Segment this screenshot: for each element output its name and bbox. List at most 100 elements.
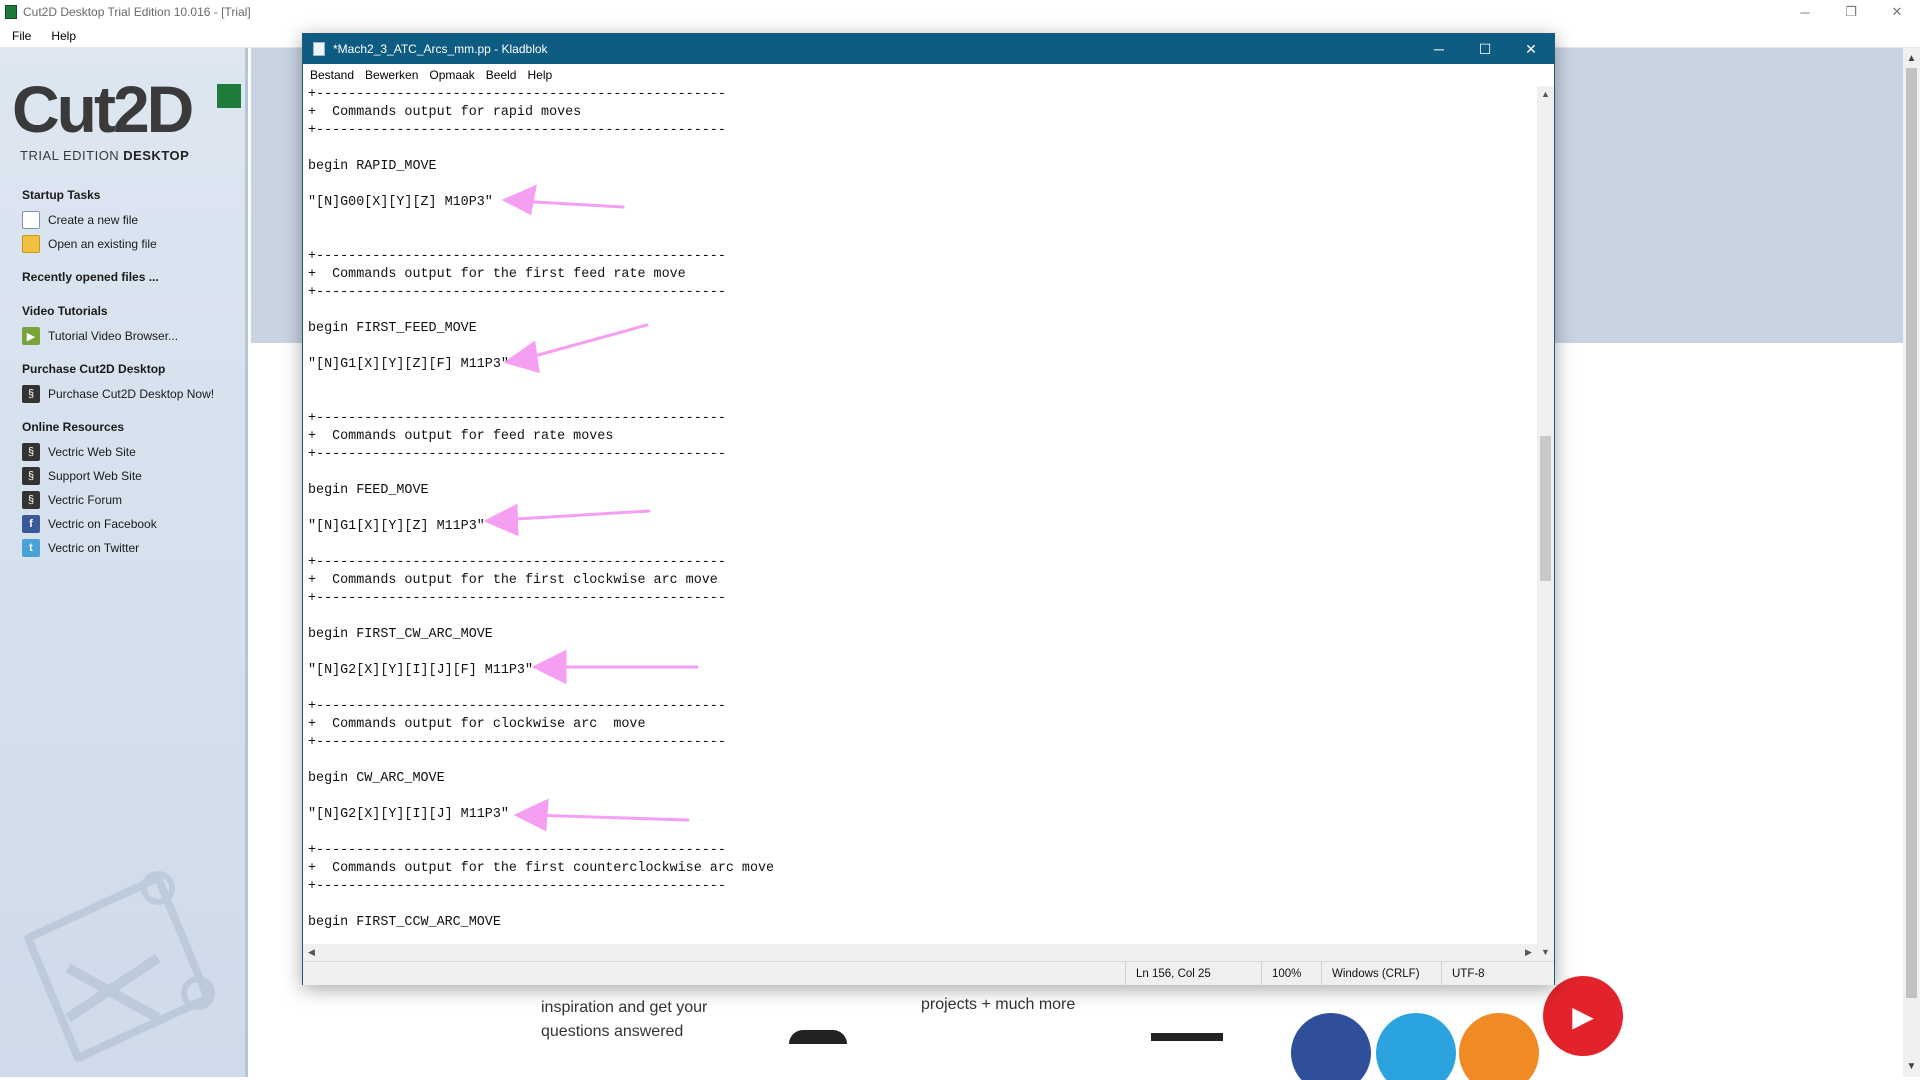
vectric-icon: §: [22, 385, 40, 403]
section-startup-tasks: Startup Tasks: [22, 188, 101, 202]
sidebar-item-create-new[interactable]: Create a new file: [22, 210, 138, 230]
menu-opmaak[interactable]: Opmaak: [429, 68, 474, 82]
app-scroll-down-icon[interactable]: ▼: [1903, 1058, 1920, 1075]
sidebar-item-vectric-site[interactable]: § Vectric Web Site: [22, 442, 136, 462]
notepad-titlebar: *Mach2_3_ATC_Arcs_mm.pp - Kladblok ─ ☐ ✕: [303, 34, 1554, 64]
vectric-icon: §: [22, 467, 40, 485]
cut2d-app-icon: [5, 5, 17, 19]
twitter-icon: t: [22, 539, 40, 557]
notepad-minimize-button[interactable]: ─: [1416, 34, 1462, 64]
cut2d-logo: Cut2D TRIAL EDITION DESKTOP: [12, 76, 242, 166]
vectric-forum-label: Vectric Forum: [48, 493, 123, 507]
notepad-scroll-thumb[interactable]: [1540, 436, 1551, 581]
text-line: [308, 392, 774, 410]
status-zoom: 100%: [1261, 962, 1321, 986]
text-line: +---------------------------------------…: [308, 735, 726, 750]
scroll-down-icon[interactable]: ▼: [1537, 944, 1554, 961]
sidebar-item-vectric-forum[interactable]: § Vectric Forum: [22, 490, 122, 510]
text-line: begin CW_ARC_MOVE: [308, 771, 445, 786]
text-line: +---------------------------------------…: [308, 591, 726, 606]
app-title: Cut2D Desktop Trial Edition 10.016 - [Tr…: [23, 5, 251, 19]
notepad-text-area[interactable]: +---------------------------------------…: [303, 86, 1537, 979]
text-line: [308, 500, 774, 518]
text-line: [308, 374, 774, 392]
section-video-tutorials: Video Tutorials: [22, 304, 108, 318]
text-line: begin FIRST_CW_ARC_MOVE: [308, 627, 493, 642]
notepad-horizontal-scrollbar[interactable]: ◀ ▶: [303, 944, 1537, 961]
menu-bestand[interactable]: Bestand: [310, 68, 354, 82]
purchase-now-label: Purchase Cut2D Desktop Now!: [48, 387, 215, 401]
projects-image-icon: [1151, 1033, 1223, 1041]
text-line: [308, 824, 774, 842]
text-line: +---------------------------------------…: [308, 555, 726, 570]
text-line: +---------------------------------------…: [308, 699, 726, 714]
rss-round-button[interactable]: [1459, 1013, 1539, 1080]
menu-file[interactable]: File: [4, 29, 39, 43]
status-line-endings: Windows (CRLF): [1321, 962, 1441, 986]
text-line: +---------------------------------------…: [308, 285, 726, 300]
sidebar-item-purchase-now[interactable]: § Purchase Cut2D Desktop Now!: [22, 384, 214, 404]
text-line: + Commands output for the first counterc…: [308, 861, 775, 876]
community-blurb: inspiration and get your questions answe…: [541, 996, 707, 1044]
scroll-left-icon[interactable]: ◀: [303, 944, 320, 961]
text-line: [308, 212, 774, 230]
text-line: [308, 608, 774, 626]
startup-sidebar: Cut2D TRIAL EDITION DESKTOP Startup Tasks…: [0, 48, 248, 1077]
logo-sub-bold: DESKTOP: [123, 148, 190, 163]
projects-blurb: projects + much more: [921, 996, 1076, 1013]
menu-help[interactable]: Help: [43, 29, 84, 43]
logo-subtitle: TRIAL EDITION DESKTOP: [20, 148, 189, 163]
status-encoding: UTF-8: [1441, 962, 1554, 986]
text-line: [308, 896, 774, 914]
text-line: [308, 302, 774, 320]
text-line: [308, 788, 774, 806]
text-line: [308, 176, 774, 194]
section-recent-files[interactable]: Recently opened files ...: [22, 270, 159, 284]
text-line: [308, 464, 774, 482]
notepad-close-button[interactable]: ✕: [1508, 34, 1554, 64]
status-cursor-position: Ln 156, Col 25: [1125, 962, 1260, 986]
text-line: [308, 140, 774, 158]
app-scroll-up-icon[interactable]: ▲: [1903, 50, 1920, 67]
text-line: +---------------------------------------…: [308, 843, 726, 858]
app-minimize-button[interactable]: ─: [1782, 0, 1828, 24]
menu-beeld[interactable]: Beeld: [486, 68, 517, 82]
vectric-twitter-label: Vectric on Twitter: [48, 541, 140, 555]
text-line: +---------------------------------------…: [308, 87, 726, 102]
notepad-vertical-scrollbar[interactable]: ▲ ▼: [1537, 86, 1554, 979]
youtube-round-button[interactable]: ▶: [1543, 976, 1623, 1056]
sidebar-item-vectric-facebook[interactable]: f Vectric on Facebook: [22, 514, 157, 534]
app-vertical-scrollbar[interactable]: ▲ ▼: [1903, 48, 1920, 1077]
scroll-up-icon[interactable]: ▲: [1537, 86, 1554, 103]
community-blurb-line2: questions answered: [541, 1023, 684, 1040]
text-line: + Commands output for rapid moves: [308, 105, 582, 120]
text-line: +---------------------------------------…: [308, 447, 726, 462]
notepad-title: *Mach2_3_ATC_Arcs_mm.pp - Kladblok: [333, 42, 548, 56]
sidebar-item-open-existing[interactable]: Open an existing file: [22, 234, 157, 254]
community-blurb-line1: inspiration and get your: [541, 999, 708, 1016]
section-purchase: Purchase Cut2D Desktop: [22, 362, 166, 376]
text-lines: +---------------------------------------…: [308, 86, 774, 932]
text-line: [308, 644, 774, 662]
notepad-maximize-button[interactable]: ☐: [1462, 34, 1508, 64]
folder-icon: [22, 235, 40, 253]
app-scroll-thumb[interactable]: [1906, 68, 1917, 998]
sidebar-item-support-site[interactable]: § Support Web Site: [22, 466, 142, 486]
app-titlebar: Cut2D Desktop Trial Edition 10.016 - [Tr…: [0, 0, 1920, 24]
menu-help-notepad[interactable]: Help: [527, 68, 552, 82]
text-line: "[N]G00[X][Y][Z] M10P3": [308, 195, 493, 210]
app-restore-button[interactable]: ❐: [1828, 0, 1874, 24]
sidebar-item-tutorial-browser[interactable]: ▶ Tutorial Video Browser...: [22, 326, 178, 346]
new-file-icon: [22, 211, 40, 229]
twitter-round-button[interactable]: [1376, 1013, 1456, 1080]
vectric-icon: §: [22, 491, 40, 509]
text-line: + Commands output for clockwise arc move: [308, 717, 646, 732]
open-existing-label: Open an existing file: [48, 237, 157, 251]
scroll-right-icon[interactable]: ▶: [1520, 944, 1537, 961]
sidebar-item-vectric-twitter[interactable]: t Vectric on Twitter: [22, 538, 139, 558]
vectric-facebook-label: Vectric on Facebook: [48, 517, 157, 531]
facebook-round-button[interactable]: [1291, 1013, 1371, 1080]
menu-bewerken[interactable]: Bewerken: [365, 68, 418, 82]
text-line: begin FEED_MOVE: [308, 483, 429, 498]
app-close-button[interactable]: ✕: [1874, 0, 1920, 24]
